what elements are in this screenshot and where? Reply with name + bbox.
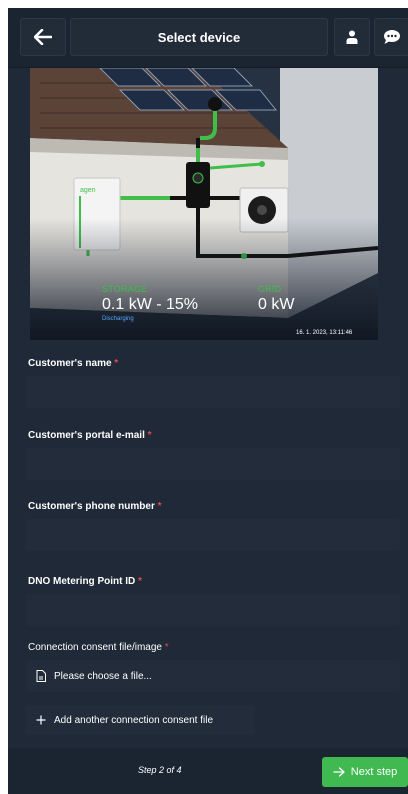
house-illustration: agen [30,68,378,340]
required-mark: * [164,642,169,653]
footer-bar: Step 2 of 4 Next step [8,748,408,794]
timestamp: 16. 1. 2023, 13:11:46 [296,330,353,336]
dno-id-label: DNO Metering Point ID * [28,576,142,587]
storage-value: 0.1 kW - 15% [102,296,199,313]
dno-id-label-text: DNO Metering Point ID [28,576,136,587]
consent-file-label: Connection consent file/image * [28,642,169,653]
grid-stat: GRID 0 kW [258,284,294,314]
arrow-left-icon [34,29,52,45]
add-consent-file-label: Add another connection consent file [54,714,213,726]
page-title: Select device [157,29,241,45]
user-button[interactable] [334,18,370,56]
title-box: Select device [70,18,328,56]
storage-stat: STORAGE 0.1 kW - 15% Discharging [102,284,198,322]
chat-bubble-icon [384,30,400,44]
back-button[interactable] [20,18,66,56]
required-mark: * [147,430,152,441]
customer-phone-label: Customer's phone number * [28,501,162,512]
consent-file-label-text: Connection consent file/image [28,642,162,653]
required-mark: * [157,501,162,512]
customer-phone-input[interactable] [26,519,400,551]
storage-logo: agen [80,187,96,194]
grid-label: GRID [258,284,282,294]
customer-name-label: Customer's name * [28,358,118,369]
chat-button[interactable] [374,18,408,56]
installation-diagram: agen STORAGE 0.1 kW - 15% Discharging GR… [30,68,378,340]
file-picker-placeholder: Please choose a file... [54,670,152,682]
next-step-label: Next step [350,766,398,778]
next-step-button[interactable]: Next step [322,757,408,787]
plus-icon [36,715,46,725]
customer-email-label: Customer's portal e-mail * [28,430,152,441]
file-icon [36,670,46,682]
storage-status: Discharging [102,316,134,322]
add-consent-file-button[interactable]: Add another connection consent file [26,705,254,735]
customer-name-input[interactable] [26,376,400,408]
grid-value: 0 kW [258,296,295,313]
user-icon [346,30,358,44]
customer-email-input[interactable] [26,448,400,480]
customer-name-label-text: Customer's name [28,358,112,369]
arrow-right-icon [333,767,345,777]
top-bar: Select device [8,8,408,68]
app-screen: Select device agen STORAGE 0.1 kW - 15% … [8,8,408,794]
required-mark: * [114,358,119,369]
customer-email-label-text: Customer's portal e-mail [28,430,145,441]
customer-phone-label-text: Customer's phone number [28,501,155,512]
storage-label: STORAGE [102,284,148,294]
required-mark: * [138,576,142,587]
consent-file-picker[interactable]: Please choose a file... [26,660,400,692]
dno-id-input[interactable] [26,594,400,626]
step-indicator: Step 2 of 4 [138,765,182,775]
